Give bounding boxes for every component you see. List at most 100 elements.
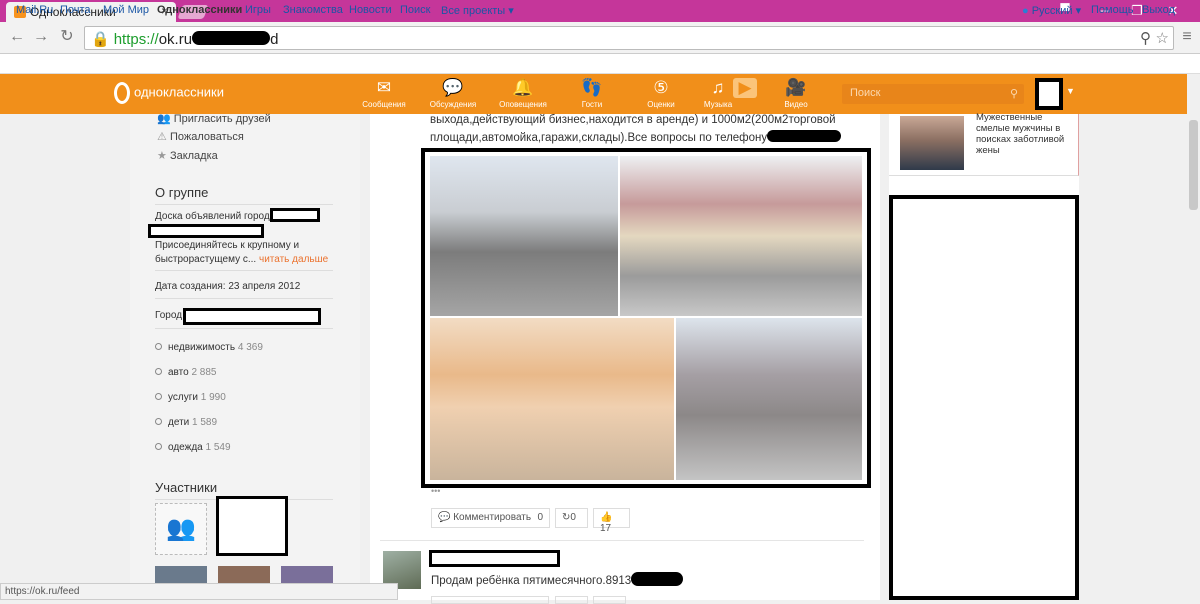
nav-notifications[interactable]: 🔔 Оповещения [495, 78, 551, 109]
nav-guests[interactable]: 👣 Гости [564, 78, 620, 109]
category-item[interactable]: недвижимость 4 369 [155, 342, 263, 353]
radio-icon [155, 443, 162, 450]
zoom-icon[interactable]: ⚲ [1140, 29, 1151, 47]
forward-icon[interactable]: → [30, 26, 52, 48]
svc-novosti[interactable]: Новости [349, 4, 392, 16]
nav-label: Сообщения [362, 100, 406, 109]
ok-logo[interactable]: одноклассники [114, 82, 224, 104]
link-label: Пригласить друзей [173, 113, 271, 125]
address-bar[interactable]: 🔒 https://ok.ru d ⚲ ☆ [84, 26, 1174, 50]
nav-discussions[interactable]: 💬 Обсуждения [425, 78, 481, 109]
svc-all-projects[interactable]: Все проекты ▾ [441, 4, 514, 17]
svc-moy-mir[interactable]: Мой Мир [103, 4, 149, 16]
radio-icon [155, 418, 162, 425]
url-tail: d [270, 31, 279, 48]
comment-label: Комментировать [453, 512, 532, 523]
link-label: Пожаловаться [169, 131, 244, 143]
divider [155, 328, 333, 329]
comment-icon: 💬 [438, 512, 451, 523]
user-avatar[interactable] [1035, 78, 1063, 110]
comment-count: 0 [537, 512, 543, 523]
category-name: услуги [168, 392, 198, 403]
like-icon: 👍 [600, 512, 613, 523]
svc-igry[interactable]: Игры [245, 4, 271, 16]
category-name: одежда [168, 442, 203, 453]
radio-icon [155, 393, 162, 400]
browser-toolbar: ← → ↻ 🔒 https://ok.ru d ⚲ ☆ ≡ [0, 22, 1200, 54]
chat-icon: 💬 [442, 78, 464, 97]
about-desc-2: быстрорастущему с... читать дальше [155, 254, 328, 265]
bookmark-star-icon[interactable]: ☆ [1156, 29, 1169, 47]
chevron-down-icon[interactable]: ▼ [1066, 86, 1075, 96]
like-button[interactable] [593, 596, 626, 604]
nav-label: Оповещения [499, 100, 547, 109]
phone-redaction [631, 572, 684, 586]
lock-icon: 🔒 [91, 31, 110, 48]
scrollbar-thumb[interactable] [1189, 120, 1198, 210]
comment-button[interactable] [431, 596, 549, 604]
divider [155, 298, 333, 299]
nav-video[interactable]: 🎥 Видео [768, 78, 824, 109]
author-name-redacted[interactable] [429, 550, 560, 567]
category-item[interactable]: дети 1 589 [155, 417, 217, 428]
nav-label: Гости [581, 100, 603, 109]
language-select[interactable]: ● Русский ▾ [1022, 4, 1081, 17]
svc-odnoklassniki[interactable]: Одноклассники [157, 4, 242, 16]
share-button[interactable]: ↻0 [555, 508, 588, 528]
report-link[interactable]: ⚠ Пожаловаться [157, 130, 244, 143]
back-icon[interactable]: ← [6, 26, 28, 48]
divider [155, 270, 333, 271]
play-icon[interactable]: ▶ [733, 78, 757, 100]
post-photo[interactable] [430, 156, 618, 316]
category-item[interactable]: услуги 1 990 [155, 392, 226, 403]
category-count: 1 549 [205, 442, 231, 453]
category-name: авто [168, 367, 189, 378]
member-avatar-redacted[interactable] [216, 496, 288, 556]
category-count: 1 589 [192, 417, 218, 428]
star-icon: ★ [157, 150, 167, 162]
help-link[interactable]: Помощь [1091, 4, 1134, 16]
ad-block[interactable]: Мужественные смелые мужчины в поисках за… [889, 112, 1079, 176]
category-item[interactable]: авто 2 885 [155, 367, 217, 378]
post-photo[interactable] [430, 318, 674, 480]
share-button[interactable] [555, 596, 588, 604]
like-button[interactable]: 👍17 [593, 508, 630, 534]
post-photo[interactable] [620, 156, 862, 316]
svc-pochta[interactable]: Почта [60, 4, 91, 16]
post-photo[interactable] [676, 318, 862, 480]
about-desc-1: Присоединяйтесь к крупному и [155, 240, 300, 251]
reload-icon[interactable]: ↻ [56, 26, 78, 48]
post-photo-collage[interactable] [421, 148, 871, 488]
rating-icon: ⑤ [653, 78, 669, 97]
ad-photo[interactable] [900, 116, 964, 170]
video-icon: 🎥 [785, 78, 807, 97]
svc-mailru[interactable]: Mail.Ru [16, 4, 53, 16]
search-icon[interactable]: ⚲ [1010, 87, 1018, 100]
post-text-line: площади,автомойка,гаражи,склады).Все воп… [430, 130, 842, 144]
ad-banner-redacted[interactable] [889, 195, 1079, 600]
url-host: ok.ru [158, 31, 193, 48]
invite-friends-link[interactable]: 👥 Пригласить друзей [157, 112, 271, 125]
desc-text: быстрорастущему с... [155, 254, 257, 265]
status-bar: https://ok.ru/feed [0, 583, 398, 600]
creation-date: Дата создания: 23 апреля 2012 [155, 281, 301, 292]
menu-icon[interactable]: ≡ [1176, 26, 1198, 48]
add-member-icon[interactable]: 👥 [155, 503, 207, 555]
svc-znakomstva[interactable]: Знакомства [283, 4, 343, 16]
ok-logo-icon [114, 82, 130, 104]
comment-button[interactable]: 💬 Комментировать 0 [431, 508, 550, 528]
nav-messages[interactable]: ✉ Сообщения [356, 78, 412, 109]
nav-ratings[interactable]: ⑤ Оценки [633, 78, 689, 109]
read-more-link[interactable]: читать дальше [259, 254, 328, 265]
svc-poisk[interactable]: Поиск [400, 4, 430, 16]
ad-text[interactable]: Мужественные смелые мужчины в поисках за… [976, 112, 1076, 156]
category-item[interactable]: одежда 1 549 [155, 442, 231, 453]
ok-search-input[interactable]: Поиск ⚲ [842, 84, 1024, 104]
logout-link[interactable]: Выход [1142, 4, 1175, 16]
search-placeholder: Поиск [850, 87, 881, 99]
more-options-icon[interactable]: ••• [431, 486, 440, 496]
footprints-icon: 👣 [581, 78, 603, 97]
category-count: 2 885 [191, 367, 217, 378]
redaction-box [148, 224, 264, 238]
bookmark-link[interactable]: ★ Закладка [157, 149, 218, 162]
